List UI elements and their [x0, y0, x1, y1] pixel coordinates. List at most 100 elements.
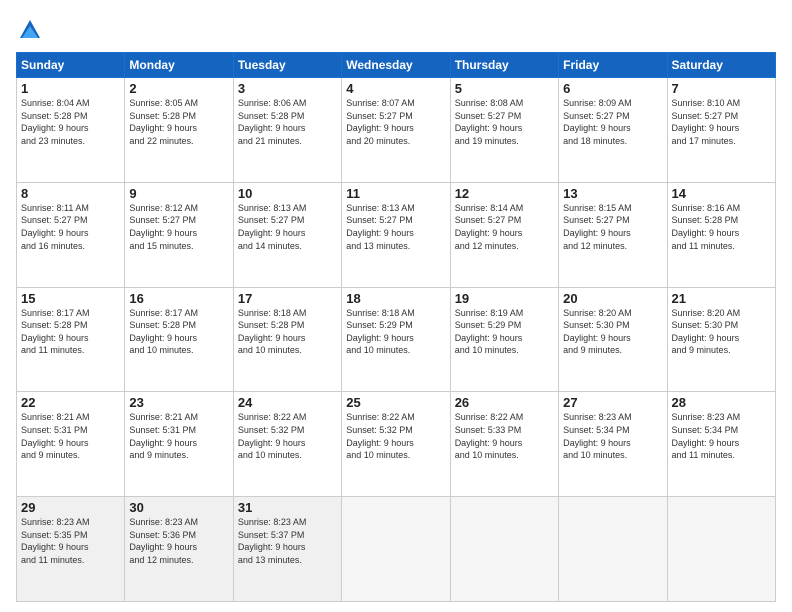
cell-details: Sunrise: 8:09 AMSunset: 5:27 PMDaylight:…: [563, 97, 662, 147]
calendar-cell: 7Sunrise: 8:10 AMSunset: 5:27 PMDaylight…: [667, 78, 775, 183]
day-number: 10: [238, 186, 337, 201]
calendar-cell: 25Sunrise: 8:22 AMSunset: 5:32 PMDayligh…: [342, 392, 450, 497]
day-number: 24: [238, 395, 337, 410]
calendar-cell: [450, 497, 558, 602]
day-number: 2: [129, 81, 228, 96]
weekday-header-wednesday: Wednesday: [342, 53, 450, 78]
week-row-4: 22Sunrise: 8:21 AMSunset: 5:31 PMDayligh…: [17, 392, 776, 497]
day-number: 9: [129, 186, 228, 201]
calendar-cell: 10Sunrise: 8:13 AMSunset: 5:27 PMDayligh…: [233, 182, 341, 287]
calendar-table: SundayMondayTuesdayWednesdayThursdayFrid…: [16, 52, 776, 602]
week-row-2: 8Sunrise: 8:11 AMSunset: 5:27 PMDaylight…: [17, 182, 776, 287]
cell-details: Sunrise: 8:20 AMSunset: 5:30 PMDaylight:…: [563, 307, 662, 357]
day-number: 25: [346, 395, 445, 410]
week-row-3: 15Sunrise: 8:17 AMSunset: 5:28 PMDayligh…: [17, 287, 776, 392]
calendar-cell: [667, 497, 775, 602]
week-row-5: 29Sunrise: 8:23 AMSunset: 5:35 PMDayligh…: [17, 497, 776, 602]
logo: [16, 16, 46, 44]
cell-details: Sunrise: 8:17 AMSunset: 5:28 PMDaylight:…: [129, 307, 228, 357]
calendar-cell: 3Sunrise: 8:06 AMSunset: 5:28 PMDaylight…: [233, 78, 341, 183]
header: [16, 16, 776, 44]
cell-details: Sunrise: 8:20 AMSunset: 5:30 PMDaylight:…: [672, 307, 771, 357]
cell-details: Sunrise: 8:13 AMSunset: 5:27 PMDaylight:…: [346, 202, 445, 252]
cell-details: Sunrise: 8:06 AMSunset: 5:28 PMDaylight:…: [238, 97, 337, 147]
calendar-cell: 27Sunrise: 8:23 AMSunset: 5:34 PMDayligh…: [559, 392, 667, 497]
day-number: 31: [238, 500, 337, 515]
calendar-cell: 4Sunrise: 8:07 AMSunset: 5:27 PMDaylight…: [342, 78, 450, 183]
cell-details: Sunrise: 8:16 AMSunset: 5:28 PMDaylight:…: [672, 202, 771, 252]
calendar-cell: 9Sunrise: 8:12 AMSunset: 5:27 PMDaylight…: [125, 182, 233, 287]
cell-details: Sunrise: 8:15 AMSunset: 5:27 PMDaylight:…: [563, 202, 662, 252]
day-number: 12: [455, 186, 554, 201]
calendar-body: 1Sunrise: 8:04 AMSunset: 5:28 PMDaylight…: [17, 78, 776, 602]
calendar-cell: 8Sunrise: 8:11 AMSunset: 5:27 PMDaylight…: [17, 182, 125, 287]
calendar-cell: 20Sunrise: 8:20 AMSunset: 5:30 PMDayligh…: [559, 287, 667, 392]
day-number: 30: [129, 500, 228, 515]
weekday-header-sunday: Sunday: [17, 53, 125, 78]
cell-details: Sunrise: 8:13 AMSunset: 5:27 PMDaylight:…: [238, 202, 337, 252]
day-number: 27: [563, 395, 662, 410]
calendar-cell: 31Sunrise: 8:23 AMSunset: 5:37 PMDayligh…: [233, 497, 341, 602]
day-number: 6: [563, 81, 662, 96]
page: SundayMondayTuesdayWednesdayThursdayFrid…: [0, 0, 792, 612]
day-number: 5: [455, 81, 554, 96]
day-number: 7: [672, 81, 771, 96]
day-number: 13: [563, 186, 662, 201]
day-number: 1: [21, 81, 120, 96]
calendar-cell: 1Sunrise: 8:04 AMSunset: 5:28 PMDaylight…: [17, 78, 125, 183]
day-number: 14: [672, 186, 771, 201]
cell-details: Sunrise: 8:18 AMSunset: 5:28 PMDaylight:…: [238, 307, 337, 357]
cell-details: Sunrise: 8:11 AMSunset: 5:27 PMDaylight:…: [21, 202, 120, 252]
weekday-header-thursday: Thursday: [450, 53, 558, 78]
calendar-cell: 23Sunrise: 8:21 AMSunset: 5:31 PMDayligh…: [125, 392, 233, 497]
cell-details: Sunrise: 8:05 AMSunset: 5:28 PMDaylight:…: [129, 97, 228, 147]
calendar-cell: 30Sunrise: 8:23 AMSunset: 5:36 PMDayligh…: [125, 497, 233, 602]
day-number: 18: [346, 291, 445, 306]
cell-details: Sunrise: 8:21 AMSunset: 5:31 PMDaylight:…: [21, 411, 120, 461]
weekday-header-row: SundayMondayTuesdayWednesdayThursdayFrid…: [17, 53, 776, 78]
cell-details: Sunrise: 8:10 AMSunset: 5:27 PMDaylight:…: [672, 97, 771, 147]
day-number: 8: [21, 186, 120, 201]
calendar-cell: 15Sunrise: 8:17 AMSunset: 5:28 PMDayligh…: [17, 287, 125, 392]
cell-details: Sunrise: 8:23 AMSunset: 5:35 PMDaylight:…: [21, 516, 120, 566]
cell-details: Sunrise: 8:21 AMSunset: 5:31 PMDaylight:…: [129, 411, 228, 461]
weekday-header-saturday: Saturday: [667, 53, 775, 78]
cell-details: Sunrise: 8:07 AMSunset: 5:27 PMDaylight:…: [346, 97, 445, 147]
day-number: 21: [672, 291, 771, 306]
cell-details: Sunrise: 8:14 AMSunset: 5:27 PMDaylight:…: [455, 202, 554, 252]
cell-details: Sunrise: 8:23 AMSunset: 5:34 PMDaylight:…: [672, 411, 771, 461]
weekday-header-monday: Monday: [125, 53, 233, 78]
cell-details: Sunrise: 8:08 AMSunset: 5:27 PMDaylight:…: [455, 97, 554, 147]
cell-details: Sunrise: 8:22 AMSunset: 5:33 PMDaylight:…: [455, 411, 554, 461]
day-number: 15: [21, 291, 120, 306]
cell-details: Sunrise: 8:17 AMSunset: 5:28 PMDaylight:…: [21, 307, 120, 357]
cell-details: Sunrise: 8:23 AMSunset: 5:37 PMDaylight:…: [238, 516, 337, 566]
calendar-cell: 16Sunrise: 8:17 AMSunset: 5:28 PMDayligh…: [125, 287, 233, 392]
calendar-cell: 22Sunrise: 8:21 AMSunset: 5:31 PMDayligh…: [17, 392, 125, 497]
cell-details: Sunrise: 8:04 AMSunset: 5:28 PMDaylight:…: [21, 97, 120, 147]
calendar-cell: [559, 497, 667, 602]
day-number: 16: [129, 291, 228, 306]
day-number: 3: [238, 81, 337, 96]
logo-icon: [16, 16, 44, 44]
calendar-cell: [342, 497, 450, 602]
cell-details: Sunrise: 8:22 AMSunset: 5:32 PMDaylight:…: [346, 411, 445, 461]
calendar-cell: 19Sunrise: 8:19 AMSunset: 5:29 PMDayligh…: [450, 287, 558, 392]
day-number: 19: [455, 291, 554, 306]
calendar-cell: 14Sunrise: 8:16 AMSunset: 5:28 PMDayligh…: [667, 182, 775, 287]
calendar-cell: 17Sunrise: 8:18 AMSunset: 5:28 PMDayligh…: [233, 287, 341, 392]
day-number: 26: [455, 395, 554, 410]
day-number: 11: [346, 186, 445, 201]
calendar-cell: 11Sunrise: 8:13 AMSunset: 5:27 PMDayligh…: [342, 182, 450, 287]
day-number: 20: [563, 291, 662, 306]
calendar-cell: 2Sunrise: 8:05 AMSunset: 5:28 PMDaylight…: [125, 78, 233, 183]
cell-details: Sunrise: 8:23 AMSunset: 5:34 PMDaylight:…: [563, 411, 662, 461]
weekday-header-tuesday: Tuesday: [233, 53, 341, 78]
day-number: 23: [129, 395, 228, 410]
weekday-header-friday: Friday: [559, 53, 667, 78]
calendar-cell: 12Sunrise: 8:14 AMSunset: 5:27 PMDayligh…: [450, 182, 558, 287]
day-number: 28: [672, 395, 771, 410]
cell-details: Sunrise: 8:12 AMSunset: 5:27 PMDaylight:…: [129, 202, 228, 252]
calendar-cell: 21Sunrise: 8:20 AMSunset: 5:30 PMDayligh…: [667, 287, 775, 392]
cell-details: Sunrise: 8:23 AMSunset: 5:36 PMDaylight:…: [129, 516, 228, 566]
